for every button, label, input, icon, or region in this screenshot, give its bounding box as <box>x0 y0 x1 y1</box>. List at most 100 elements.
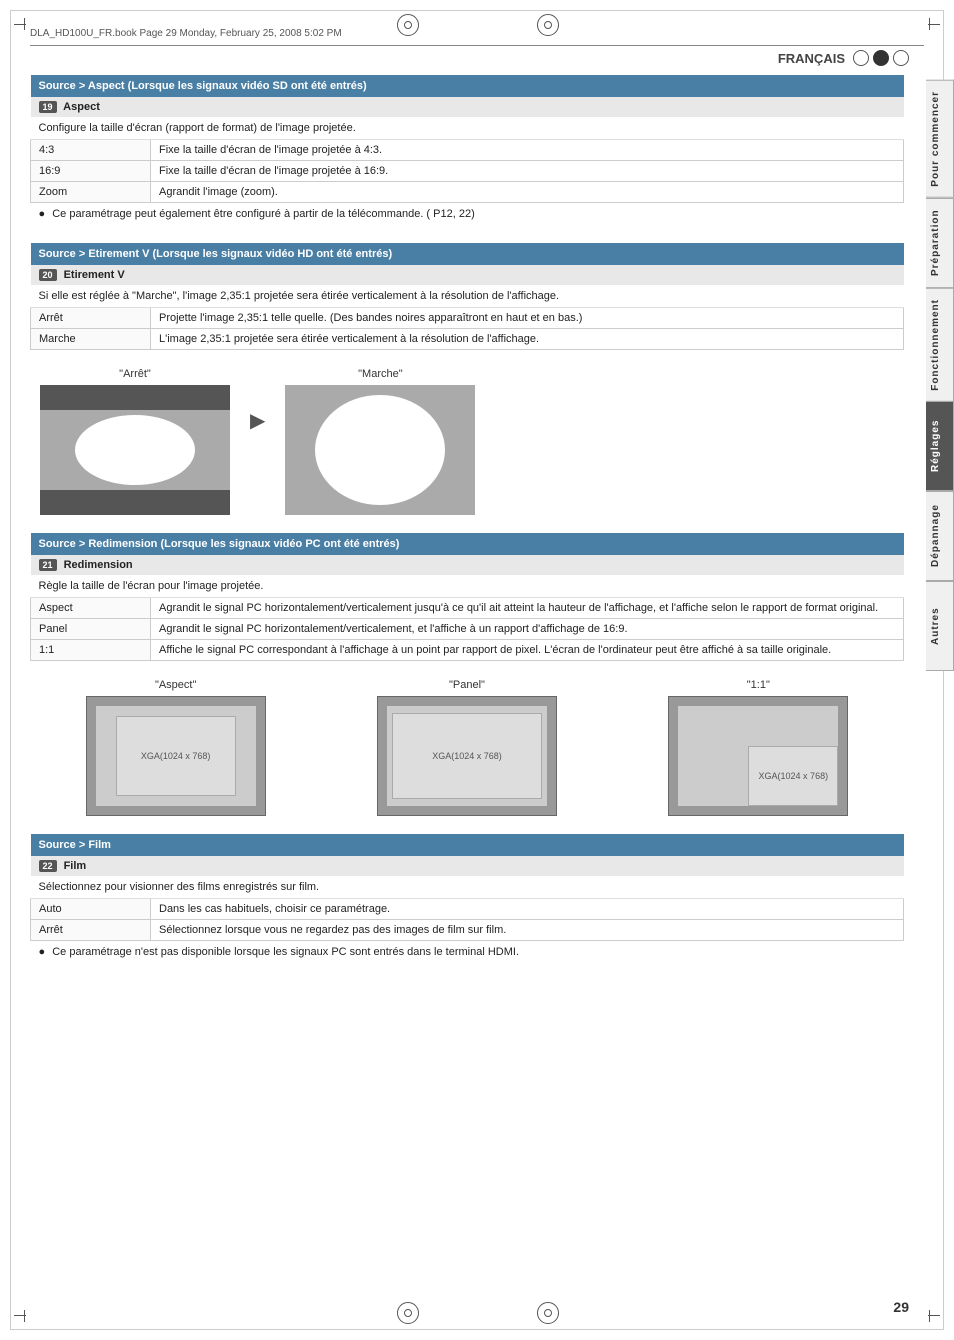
aspect-key-43: 4:3 <box>31 140 151 161</box>
aspect-key-zoom: Zoom <box>31 182 151 203</box>
pc-illus-aspect: "Aspect" XGA(1024 x 768) <box>35 679 316 816</box>
pc-illus-11: "1:1" XGA(1024 x 768) <box>618 679 899 816</box>
etirement-row-arret: Arrêt Projette l'image 2,35:1 telle quel… <box>31 308 904 329</box>
arrow-icon: ▶ <box>250 408 265 433</box>
section-etirement-title-row: 20 Etirement V <box>31 265 904 285</box>
bullet-icon-film: ● <box>39 946 46 958</box>
page-number: 29 <box>893 1299 909 1315</box>
header-circles <box>853 50 909 66</box>
redim-val-11: Affiche le signal PC correspondant à l'a… <box>151 640 904 661</box>
language-header: FRANÇAIS <box>778 50 909 66</box>
etirement-row-marche: Marche L'image 2,35:1 projetée sera étir… <box>31 329 904 350</box>
film-key-arret: Arrêt <box>31 920 151 941</box>
section-film-note: ● Ce paramétrage n'est pas disponible lo… <box>31 941 904 964</box>
circle-empty2 <box>893 50 909 66</box>
etirement-val-arret: Projette l'image 2,35:1 telle quelle. (D… <box>151 308 904 329</box>
side-tabs: Pour commencer Préparation Fonctionnemen… <box>926 80 954 671</box>
etirement-key-arret: Arrêt <box>31 308 151 329</box>
pc-frame-11: XGA(1024 x 768) <box>668 696 848 816</box>
section-aspect-header: Source > Aspect (Lorsque les signaux vid… <box>31 75 904 97</box>
top-bar: DLA_HD100U_FR.book Page 29 Monday, Febru… <box>30 22 924 46</box>
section-film-number: 22 <box>39 860 57 872</box>
reg-circle-bottom-right <box>537 1302 559 1324</box>
section-aspect-desc: Configure la taille d'écran (rapport de … <box>31 117 904 140</box>
aspect-val-169: Fixe la taille d'écran de l'image projet… <box>151 161 904 182</box>
film-key-auto: Auto <box>31 899 151 920</box>
file-info: DLA_HD100U_FR.book Page 29 Monday, Febru… <box>30 28 342 39</box>
section-redimension-title-row: 21 Redimension <box>31 555 904 575</box>
tab-reglages[interactable]: Réglages <box>926 401 954 491</box>
film-row-auto: Auto Dans les cas habituels, choisir ce … <box>31 899 904 920</box>
illus-arret-label: "Arrêt" <box>40 368 230 380</box>
redim-key-panel: Panel <box>31 619 151 640</box>
aspect-row-169: 16:9 Fixe la taille d'écran de l'image p… <box>31 161 904 182</box>
section-aspect-title: Aspect <box>63 101 100 113</box>
etirement-key-marche: Marche <box>31 329 151 350</box>
section-etirement-number: 20 <box>39 269 57 281</box>
section-etirement-header: Source > Etirement V (Lorsque les signau… <box>31 243 904 265</box>
section-aspect-note: ● Ce paramétrage peut également être con… <box>31 203 904 226</box>
redim-row-aspect: Aspect Agrandit le signal PC horizontale… <box>31 598 904 619</box>
aspect-key-169: 16:9 <box>31 161 151 182</box>
film-val-arret: Sélectionnez lorsque vous ne regardez pa… <box>151 920 904 941</box>
section-etirement-title: Etirement V <box>64 269 125 281</box>
aspect-note-text: Ce paramétrage peut également être confi… <box>52 208 475 220</box>
section-redimension-header: Source > Redimension (Lorsque les signau… <box>31 533 904 555</box>
film-note-text: Ce paramétrage n'est pas disponible lors… <box>52 946 519 958</box>
tab-depannage[interactable]: Dépannage <box>926 491 954 581</box>
section-etirement-desc: Si elle est réglée à "Marche", l'image 2… <box>31 285 904 308</box>
bullet-icon: ● <box>39 208 46 220</box>
circle-empty <box>853 50 869 66</box>
tab-preparation[interactable]: Préparation <box>926 198 954 288</box>
language-label: FRANÇAIS <box>778 51 845 66</box>
reg-circle-bottom-left <box>397 1302 419 1324</box>
section-film-table: Source > Film 22 Film Sélectionnez pour … <box>30 834 904 963</box>
etirement-illustrations: "Arrêt" ▶ "Marche" <box>30 368 904 515</box>
corner-mark-bl <box>14 1306 34 1326</box>
xga-label-aspect: XGA(1024 x 768) <box>116 716 236 796</box>
film-row-arret: Arrêt Sélectionnez lorsque vous ne regar… <box>31 920 904 941</box>
redim-key-11: 1:1 <box>31 640 151 661</box>
illus-arret-frame <box>40 385 230 515</box>
section-film-title: Film <box>64 860 87 872</box>
aspect-val-zoom: Agrandit l'image (zoom). <box>151 182 904 203</box>
main-content: Source > Aspect (Lorsque les signaux vid… <box>30 75 904 1300</box>
corner-mark-br <box>920 1306 940 1326</box>
pc-illus-panel: "Panel" XGA(1024 x 768) <box>326 679 607 816</box>
tab-fonctionnement[interactable]: Fonctionnement <box>926 288 954 402</box>
illus-arret-block: "Arrêt" <box>40 368 230 515</box>
redim-key-aspect: Aspect <box>31 598 151 619</box>
pc-frame-panel: XGA(1024 x 768) <box>377 696 557 816</box>
section-redimension-table: Source > Redimension (Lorsque les signau… <box>30 533 904 661</box>
pc-illus-11-label: "1:1" <box>618 679 899 691</box>
redim-val-panel: Agrandit le signal PC horizontalement/ve… <box>151 619 904 640</box>
xga-label-11: XGA(1024 x 768) <box>748 746 838 806</box>
etirement-val-marche: L'image 2,35:1 projetée sera étirée vert… <box>151 329 904 350</box>
arrow-block: ▶ <box>250 368 265 433</box>
section-aspect-title-row: 19 Aspect <box>31 97 904 117</box>
illus-marche-block: "Marche" <box>285 368 475 515</box>
xga-label-panel: XGA(1024 x 768) <box>392 713 542 799</box>
redim-row-11: 1:1 Affiche le signal PC correspondant à… <box>31 640 904 661</box>
section-film-header: Source > Film <box>31 834 904 856</box>
section-film-title-row: 22 Film <box>31 856 904 876</box>
section-aspect-number: 19 <box>39 101 57 113</box>
section-redimension-number: 21 <box>39 559 57 571</box>
aspect-row-43: 4:3 Fixe la taille d'écran de l'image pr… <box>31 140 904 161</box>
tab-autres[interactable]: Autres <box>926 581 954 671</box>
pc-illustrations: "Aspect" XGA(1024 x 768) "Panel" XGA(102… <box>30 679 904 816</box>
pc-illus-panel-label: "Panel" <box>326 679 607 691</box>
section-redimension-title: Redimension <box>64 559 133 571</box>
aspect-val-43: Fixe la taille d'écran de l'image projet… <box>151 140 904 161</box>
redim-val-aspect: Agrandit le signal PC horizontalement/ve… <box>151 598 904 619</box>
illus-marche-label: "Marche" <box>285 368 475 380</box>
tab-pour-commencer[interactable]: Pour commencer <box>926 80 954 198</box>
redim-row-panel: Panel Agrandit le signal PC horizontalem… <box>31 619 904 640</box>
aspect-row-zoom: Zoom Agrandit l'image (zoom). <box>31 182 904 203</box>
section-redimension-desc: Règle la taille de l'écran pour l'image … <box>31 575 904 598</box>
section-etirement-table: Source > Etirement V (Lorsque les signau… <box>30 243 904 350</box>
circle-filled <box>873 50 889 66</box>
pc-illus-aspect-label: "Aspect" <box>35 679 316 691</box>
section-aspect-table: Source > Aspect (Lorsque les signaux vid… <box>30 75 904 225</box>
film-val-auto: Dans les cas habituels, choisir ce param… <box>151 899 904 920</box>
